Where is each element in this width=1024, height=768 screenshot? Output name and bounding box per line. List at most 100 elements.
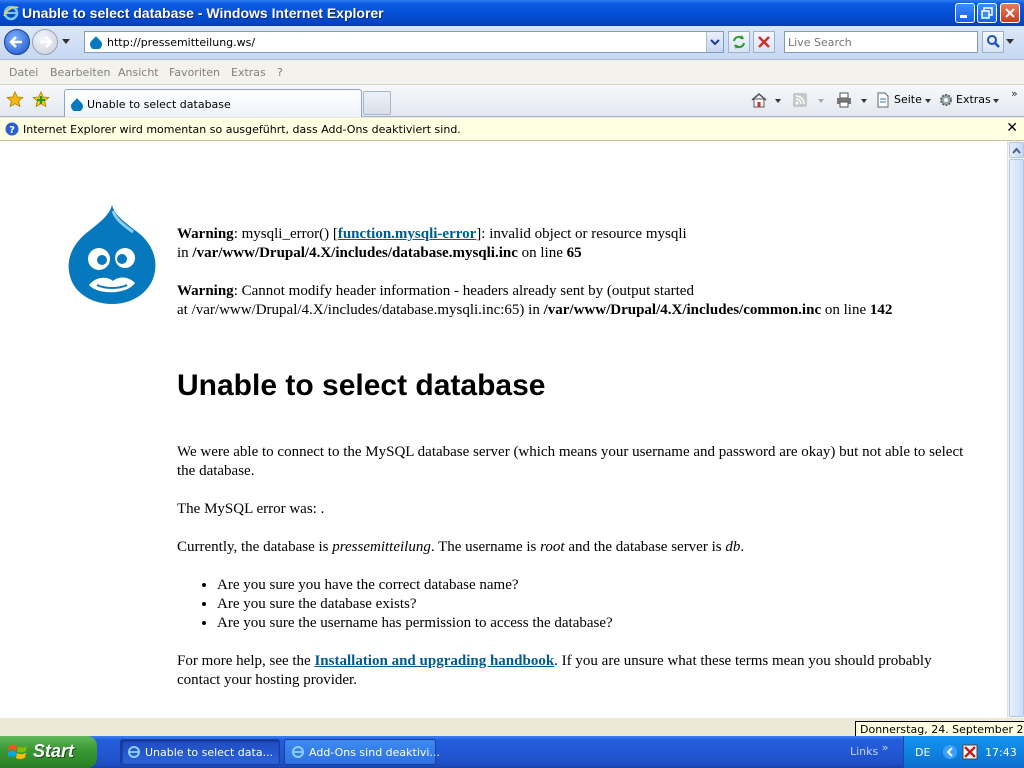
address-bar[interactable]: http://pressemitteilung.ws/ bbox=[84, 31, 724, 53]
search-input[interactable] bbox=[788, 33, 974, 51]
vertical-scrollbar[interactable] bbox=[1007, 141, 1024, 718]
feeds-dropdown-icon[interactable] bbox=[818, 99, 824, 103]
page-content: Warning: mysqli_error() [function.mysqli… bbox=[0, 141, 1007, 736]
add-favorite-icon[interactable] bbox=[32, 91, 50, 109]
clock[interactable]: 17:43 bbox=[985, 746, 1017, 759]
refresh-icon bbox=[733, 35, 745, 49]
stop-icon bbox=[758, 36, 770, 48]
favorites-star-icon[interactable] bbox=[6, 91, 24, 109]
taskbar: Start Unable to select data... Add-Ons s… bbox=[0, 736, 1024, 768]
restore-button[interactable] bbox=[977, 3, 997, 23]
gear-icon bbox=[940, 94, 952, 106]
ie-logo-icon bbox=[292, 746, 304, 758]
language-indicator[interactable]: DE bbox=[915, 746, 930, 759]
stop-button[interactable] bbox=[753, 31, 775, 53]
page-menu-label[interactable]: Seite bbox=[894, 93, 922, 106]
menu-extras[interactable]: Extras bbox=[231, 66, 266, 79]
server-name: db bbox=[725, 539, 741, 555]
ie-logo-icon bbox=[3, 5, 19, 24]
warning-text: in bbox=[177, 245, 193, 261]
information-bar-text: Internet Explorer wird momentan so ausge… bbox=[23, 123, 461, 136]
chevron-up-icon bbox=[1012, 147, 1021, 154]
tools-dropdown-icon[interactable] bbox=[993, 99, 999, 103]
information-bar-close-button[interactable]: ✕ bbox=[1006, 120, 1018, 136]
close-window-button[interactable] bbox=[1000, 3, 1020, 23]
arrow-right-icon bbox=[40, 36, 53, 48]
page-icon bbox=[877, 92, 889, 108]
search-dropdown-icon[interactable] bbox=[1006, 39, 1014, 45]
search-button[interactable] bbox=[982, 31, 1004, 53]
warning-1: Warning: mysqli_error() [function.mysqli… bbox=[177, 225, 977, 263]
search-box[interactable] bbox=[784, 31, 978, 53]
start-button[interactable]: Start bbox=[0, 736, 97, 768]
warning-label: Warning bbox=[177, 226, 234, 242]
menu-bearbeiten[interactable]: Bearbeiten bbox=[50, 66, 110, 79]
minimize-icon bbox=[960, 15, 967, 18]
mysql-error-paragraph: The MySQL error was: . bbox=[177, 501, 325, 517]
taskbar-item-ie-error-page[interactable]: Unable to select data... bbox=[120, 739, 280, 765]
config-text: . bbox=[740, 539, 745, 555]
url-text: http://pressemitteilung.ws/ bbox=[107, 36, 256, 49]
warning-file-path: /var/www/Drupal/4.X/includes/database.my… bbox=[192, 245, 518, 261]
tab-bar: Unable to select database Seite Extras » bbox=[0, 85, 1024, 117]
page-title: Unable to select database bbox=[177, 369, 546, 402]
username-value: root bbox=[540, 539, 565, 555]
list-item: Are you sure you have the correct databa… bbox=[217, 576, 967, 595]
url-dropdown-button[interactable] bbox=[706, 32, 723, 52]
warning-text: : Cannot modify header information - hea… bbox=[233, 283, 694, 299]
minimize-button[interactable] bbox=[955, 3, 975, 23]
help-paragraph: For more help, see the Installation and … bbox=[177, 652, 967, 690]
back-button[interactable] bbox=[4, 29, 30, 55]
arrow-left-icon bbox=[9, 36, 22, 48]
page-dropdown-icon[interactable] bbox=[925, 99, 931, 103]
links-toolbar[interactable]: Links » bbox=[850, 741, 889, 758]
scroll-up-button[interactable] bbox=[1009, 142, 1024, 158]
scroll-thumb[interactable] bbox=[1009, 159, 1024, 717]
address-toolbar: http://pressemitteilung.ws/ bbox=[0, 26, 1024, 60]
tray-app-icon[interactable] bbox=[962, 744, 978, 760]
information-bar[interactable]: ? Internet Explorer wird momentan so aus… bbox=[0, 118, 1024, 141]
home-dropdown-icon[interactable] bbox=[775, 99, 781, 103]
new-tab-button[interactable] bbox=[363, 91, 391, 115]
links-overflow-icon: » bbox=[881, 741, 889, 754]
mysqli-error-link[interactable]: function.mysqli-error bbox=[338, 226, 476, 242]
title-bar[interactable]: Unable to select database - Windows Inte… bbox=[0, 0, 1024, 26]
warning-label: Warning bbox=[177, 283, 234, 299]
chevron-down-icon bbox=[710, 39, 720, 46]
tools-menu-label[interactable]: Extras bbox=[956, 93, 991, 106]
tray-ie-icon[interactable] bbox=[942, 744, 958, 760]
overflow-chevron-icon[interactable]: » bbox=[1011, 87, 1018, 100]
print-dropdown-icon[interactable] bbox=[861, 99, 867, 103]
drupal-logo-icon bbox=[68, 205, 156, 304]
warning-text: at /var/www/Drupal/4.X/includes/database… bbox=[177, 302, 544, 318]
question-shield-icon: ? bbox=[5, 122, 19, 136]
links-label: Links bbox=[850, 745, 879, 758]
forward-button[interactable] bbox=[32, 29, 58, 55]
config-text: . The username is bbox=[430, 539, 541, 555]
tab-label: Unable to select database bbox=[87, 98, 231, 111]
checklist: Are you sure you have the correct databa… bbox=[217, 576, 967, 633]
warning-text: on line bbox=[517, 245, 567, 261]
menu-datei[interactable]: Datei bbox=[9, 66, 38, 79]
restore-icon bbox=[981, 7, 993, 19]
error-explanation: We were able to connect to the MySQL dat… bbox=[177, 443, 967, 709]
refresh-button[interactable] bbox=[728, 31, 750, 53]
list-item: Are you sure the username has permission… bbox=[217, 614, 967, 633]
tab-unable-to-select-database[interactable]: Unable to select database bbox=[64, 89, 362, 117]
database-name: pressemitteilung bbox=[332, 539, 431, 555]
taskbar-item-ie-addons[interactable]: Add-Ons sind deaktivi... bbox=[284, 739, 440, 765]
current-config-paragraph: Currently, the database is pressemitteil… bbox=[177, 538, 967, 557]
warning-line-number: 65 bbox=[566, 245, 582, 261]
print-icon[interactable] bbox=[835, 91, 853, 109]
handbook-link[interactable]: Installation and upgrading handbook bbox=[314, 653, 554, 669]
feeds-icon[interactable] bbox=[792, 92, 808, 108]
history-dropdown-icon[interactable] bbox=[62, 39, 70, 45]
taskbar-item-label: Unable to select data... bbox=[145, 746, 274, 759]
menu-favoriten[interactable]: Favoriten bbox=[169, 66, 220, 79]
menu-ansicht[interactable]: Ansicht bbox=[118, 66, 159, 79]
home-icon[interactable] bbox=[750, 91, 768, 109]
menu-help[interactable]: ? bbox=[277, 66, 283, 79]
screen: Unable to select database - Windows Inte… bbox=[0, 0, 1024, 768]
list-item: Are you sure the database exists? bbox=[217, 595, 967, 614]
magnifier-icon bbox=[987, 35, 1000, 48]
